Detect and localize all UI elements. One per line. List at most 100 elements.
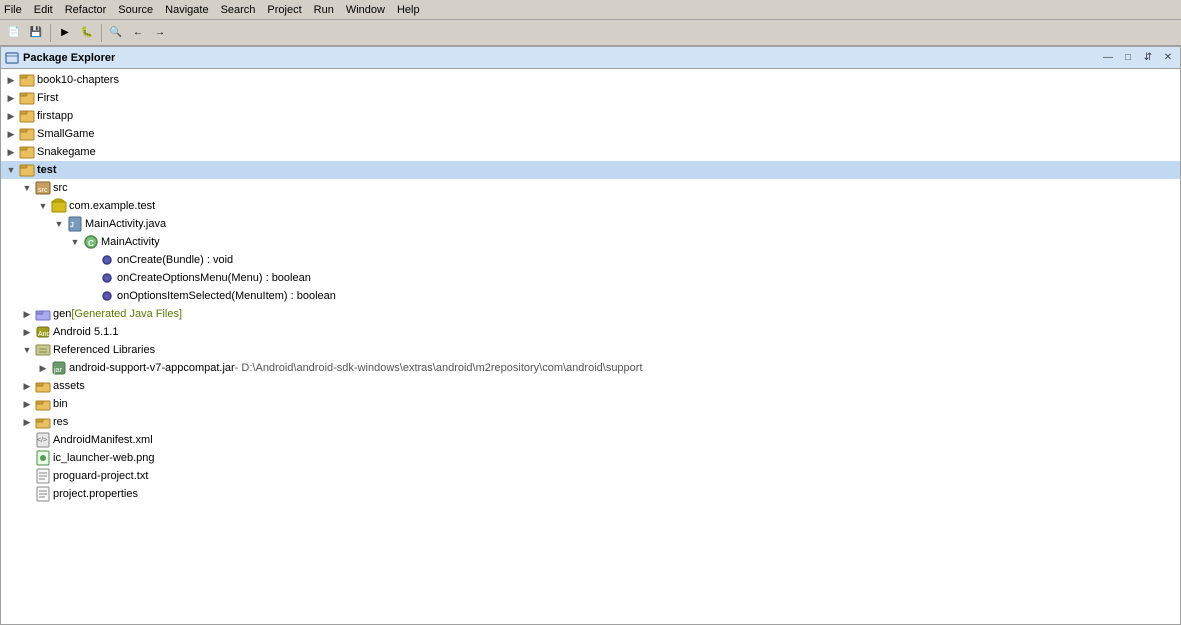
tree-toggle-android511[interactable]: ▶: [21, 326, 33, 338]
toolbar-search[interactable]: 🔍: [106, 23, 126, 43]
toolbar-forward[interactable]: →: [150, 23, 170, 43]
toolbar-new[interactable]: 📄: [4, 23, 24, 43]
menu-help[interactable]: Help: [397, 4, 420, 16]
tree-container[interactable]: ▶ book10-chapters ▶First▶firstapp▶SmallGam…: [1, 69, 1180, 624]
tree-toggle-androidmanifest[interactable]: [21, 434, 33, 446]
panel-title: Package Explorer: [23, 52, 1096, 64]
txt-icon: [35, 468, 51, 484]
android-icon: And: [35, 324, 51, 340]
tree-label-androidmanifest: AndroidManifest.xml: [53, 434, 153, 446]
tree-label-iclauncher: ic_launcher-web.png: [53, 452, 155, 464]
method-icon: [99, 288, 115, 304]
tree-toggle-com.example.test[interactable]: ▼: [37, 200, 49, 212]
toolbar-debug[interactable]: 🐛: [77, 23, 97, 43]
tree-toggle-snakegame[interactable]: ▶: [5, 146, 17, 158]
tree-toggle-firstapp[interactable]: ▶: [5, 110, 17, 122]
tree-toggle-assets[interactable]: ▶: [21, 380, 33, 392]
tree-label-src: src: [53, 182, 68, 194]
tree-item-projectprops[interactable]: project.properties: [1, 485, 1180, 503]
tree-item-onoptionsitemselected[interactable]: onOptionsItemSelected(MenuItem) : boolea…: [1, 287, 1180, 305]
toolbar-sep2: [101, 24, 102, 42]
panel-minimize-btn[interactable]: —: [1100, 50, 1116, 66]
tree-toggle-res[interactable]: ▶: [21, 416, 33, 428]
menu-search[interactable]: Search: [221, 4, 256, 16]
panel-close-btn[interactable]: ✕: [1160, 50, 1176, 66]
tree-label-reflibs: Referenced Libraries: [53, 344, 155, 356]
tree-item-mainactivity.java[interactable]: ▼JMainActivity.java: [1, 215, 1180, 233]
tree-item-snakegame[interactable]: ▶Snakegame: [1, 143, 1180, 161]
tree-toggle-src[interactable]: ▼: [21, 182, 33, 194]
tree-toggle-oncreate[interactable]: [85, 254, 97, 266]
panel-maximize-btn[interactable]: □: [1120, 50, 1136, 66]
tree-item-smallgame[interactable]: ▶SmallGame: [1, 125, 1180, 143]
tree-item-androidmanifest[interactable]: </>AndroidManifest.xml: [1, 431, 1180, 449]
tree-label-com.example.test: com.example.test: [69, 200, 155, 212]
method-icon: [99, 252, 115, 268]
toolbar: 📄 💾 ▶ 🐛 🔍 ← →: [0, 20, 1181, 46]
png-icon: [35, 450, 51, 466]
tree-toggle-projectprops[interactable]: [21, 488, 33, 500]
tree-toggle-onoptionsitemselected[interactable]: [85, 290, 97, 302]
svg-text:C: C: [88, 239, 94, 248]
tree-item-gen[interactable]: ▶gen [Generated Java Files]: [1, 305, 1180, 323]
tree-item-assets[interactable]: ▶ assets: [1, 377, 1180, 395]
project-icon: [19, 162, 35, 178]
tree-toggle-reflibs[interactable]: ▼: [21, 344, 33, 356]
menu-source[interactable]: Source: [118, 4, 153, 16]
src-icon: src: [35, 180, 51, 196]
package-explorer-icon: [5, 51, 19, 65]
xml-icon: </>: [35, 432, 51, 448]
tree-label-oncreateoptionsmenu: onCreateOptionsMenu(Menu) : boolean: [117, 272, 311, 284]
tree-item-firstapp[interactable]: ▶firstapp: [1, 107, 1180, 125]
svg-text:jar: jar: [53, 367, 62, 374]
menu-run[interactable]: Run: [314, 4, 334, 16]
tree-label-book10: book10-chapters: [37, 74, 119, 86]
tree-toggle-bin[interactable]: ▶: [21, 398, 33, 410]
tree-toggle-smallgame[interactable]: ▶: [5, 128, 17, 140]
tree-item-oncreateoptionsmenu[interactable]: onCreateOptionsMenu(Menu) : boolean: [1, 269, 1180, 287]
toolbar-back[interactable]: ←: [128, 23, 148, 43]
tree-toggle-oncreateoptionsmenu[interactable]: [85, 272, 97, 284]
tree-item-src[interactable]: ▼srcsrc: [1, 179, 1180, 197]
tree-item-bin[interactable]: ▶bin: [1, 395, 1180, 413]
menu-edit[interactable]: Edit: [34, 4, 53, 16]
toolbar-run[interactable]: ▶: [55, 23, 75, 43]
tree-item-reflibs[interactable]: ▼ Referenced Libraries: [1, 341, 1180, 359]
tree-item-first[interactable]: ▶First: [1, 89, 1180, 107]
menu-file[interactable]: File: [4, 4, 22, 16]
project-icon: [19, 126, 35, 142]
menu-refactor[interactable]: Refactor: [65, 4, 107, 16]
tree-item-iclauncher[interactable]: ic_launcher-web.png: [1, 449, 1180, 467]
menu-project[interactable]: Project: [267, 4, 301, 16]
tree-item-book10[interactable]: ▶ book10-chapters: [1, 71, 1180, 89]
tree-toggle-mainactivity[interactable]: ▼: [69, 236, 81, 248]
tree-item-appcompat[interactable]: ▶jarandroid-support-v7-appcompat.jar - D…: [1, 359, 1180, 377]
panel-restore-btn[interactable]: ⇵: [1140, 50, 1156, 66]
toolbar-save[interactable]: 💾: [26, 23, 46, 43]
tree-item-test[interactable]: ▼ test: [1, 161, 1180, 179]
tree-label-mainactivity: MainActivity: [101, 236, 160, 248]
project-icon: [19, 72, 35, 88]
menu-window[interactable]: Window: [346, 4, 385, 16]
toolbar-sep1: [50, 24, 51, 42]
tree-label-assets: assets: [53, 380, 85, 392]
tree-label-test: test: [37, 164, 57, 176]
tree-toggle-test[interactable]: ▼: [5, 164, 17, 176]
tree-toggle-mainactivity.java[interactable]: ▼: [53, 218, 65, 230]
tree-toggle-iclauncher[interactable]: [21, 452, 33, 464]
tree-item-oncreate[interactable]: onCreate(Bundle) : void: [1, 251, 1180, 269]
tree-item-android511[interactable]: ▶AndAndroid 5.1.1: [1, 323, 1180, 341]
main-area: Package Explorer — □ ⇵ ✕ ▶ book10-chapter…: [0, 46, 1181, 625]
genf-icon: [35, 306, 51, 322]
tree-item-res[interactable]: ▶res: [1, 413, 1180, 431]
menu-navigate[interactable]: Navigate: [165, 4, 208, 16]
tree-item-com.example.test[interactable]: ▼ com.example.test: [1, 197, 1180, 215]
tree-toggle-first[interactable]: ▶: [5, 92, 17, 104]
tree-toggle-book10[interactable]: ▶: [5, 74, 17, 86]
tree-toggle-gen[interactable]: ▶: [21, 308, 33, 320]
java-icon: J: [67, 216, 83, 232]
tree-toggle-appcompat[interactable]: ▶: [37, 362, 49, 374]
tree-item-proguard[interactable]: proguard-project.txt: [1, 467, 1180, 485]
tree-toggle-proguard[interactable]: [21, 470, 33, 482]
tree-item-mainactivity[interactable]: ▼ C MainActivity: [1, 233, 1180, 251]
